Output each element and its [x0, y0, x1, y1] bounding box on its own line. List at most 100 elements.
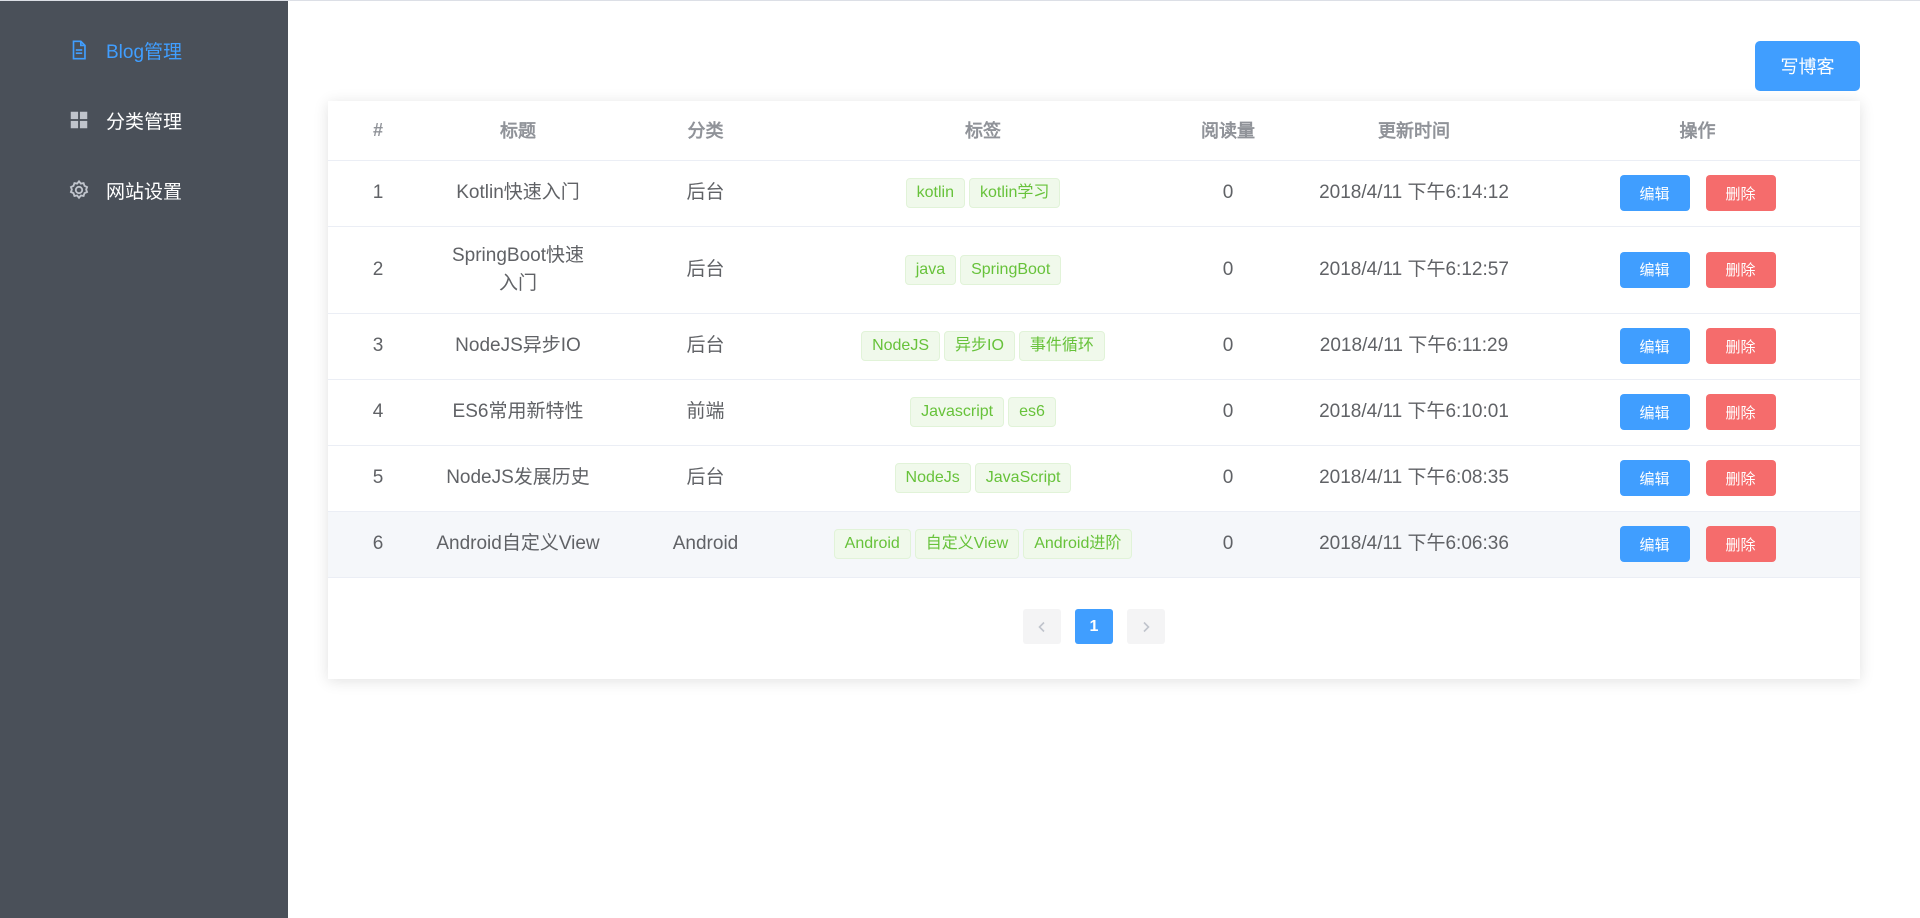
- tag: Android: [833, 529, 911, 559]
- table-row: 6 Android自定义View Android Android 自定义View A…: [328, 511, 1860, 578]
- sidebar-item-blog[interactable]: Blog管理: [0, 15, 288, 85]
- delete-button[interactable]: 删除: [1705, 460, 1776, 496]
- row-actions: 编辑 删除: [1535, 379, 1860, 446]
- grid-icon: [68, 109, 90, 131]
- table-row: 4 ES6常用新特性 前端 Javascript es6 0 2018/4/11 …: [328, 379, 1860, 446]
- row-reads: 0: [1163, 379, 1293, 446]
- sidebar-item-label: Blog管理: [106, 41, 183, 63]
- edit-button[interactable]: 编辑: [1619, 460, 1690, 496]
- tag: es6: [1008, 397, 1056, 427]
- edit-button[interactable]: 编辑: [1619, 526, 1690, 562]
- write-blog-button[interactable]: 写博客: [1755, 41, 1860, 91]
- row-category: 后台: [608, 160, 803, 227]
- sidebar-item-label: 网站设置: [106, 181, 183, 203]
- row-updated: 2018/4/11 下午6:12:57: [1293, 226, 1535, 314]
- row-title: Android自定义View: [428, 511, 608, 578]
- sidebar-item-category[interactable]: 分类管理: [0, 85, 288, 155]
- table-row: 2 SpringBoot快速入门 后台 java SpringBoot 0 201…: [328, 226, 1860, 314]
- row-tags: NodeJs JavaScript: [803, 445, 1163, 512]
- chevron-left-icon: [1038, 621, 1045, 632]
- tag: kotlin学习: [969, 178, 1061, 208]
- tag: java: [904, 254, 957, 285]
- delete-button[interactable]: 删除: [1705, 394, 1776, 430]
- row-title-text: SpringBoot快速入门: [451, 244, 584, 294]
- row-title-text: Kotlin快速入门: [456, 182, 580, 203]
- row-index: 1: [328, 160, 428, 227]
- gear-icon: [68, 179, 90, 201]
- row-title: NodeJS发展历史: [428, 445, 608, 512]
- next-page-button[interactable]: [1127, 609, 1165, 644]
- row-category: 后台: [608, 226, 803, 314]
- row-tags: Android 自定义View Android进阶: [803, 511, 1163, 578]
- row-updated: 2018/4/11 下午6:08:35: [1293, 445, 1535, 512]
- pagination: 1: [328, 609, 1860, 644]
- row-updated: 2018/4/11 下午6:06:36: [1293, 511, 1535, 578]
- row-actions: 编辑 删除: [1535, 226, 1860, 314]
- row-index: 4: [328, 379, 428, 446]
- app-root: Blog管理 分类管理 网站设置 写博客 # 标题 分类 标签 阅读量 更新时间…: [0, 0, 1920, 918]
- tag: NodeJs: [894, 463, 971, 493]
- row-category: 后台: [608, 445, 803, 512]
- table-row: 5 NodeJS发展历史 后台 NodeJs JavaScript 0 2018/…: [328, 445, 1860, 512]
- row-category: 后台: [608, 313, 803, 380]
- row-category: Android: [608, 511, 803, 578]
- row-index: 5: [328, 445, 428, 512]
- delete-button[interactable]: 删除: [1705, 526, 1776, 562]
- row-actions: 编辑 删除: [1535, 445, 1860, 512]
- blog-table-card: # 标题 分类 标签 阅读量 更新时间 操作 1 Kotlin快速入门 后台 k…: [328, 101, 1860, 679]
- sidebar-item-settings[interactable]: 网站设置: [0, 155, 288, 225]
- main-content: 写博客 # 标题 分类 标签 阅读量 更新时间 操作 1 Kotlin快速入门 …: [288, 1, 1920, 918]
- delete-button[interactable]: 删除: [1705, 328, 1776, 364]
- row-actions: 编辑 删除: [1535, 511, 1860, 578]
- column-header-tags: 标签: [803, 101, 1163, 161]
- document-icon: [68, 39, 90, 61]
- row-index: 2: [328, 226, 428, 314]
- tag: SpringBoot: [960, 254, 1062, 285]
- row-updated: 2018/4/11 下午6:14:12: [1293, 160, 1535, 227]
- prev-page-button[interactable]: [1023, 609, 1061, 644]
- row-tags: NodeJS 异步IO 事件循环: [803, 313, 1163, 380]
- tag: NodeJS: [861, 331, 940, 361]
- column-header-updated: 更新时间: [1293, 101, 1535, 161]
- edit-button[interactable]: 编辑: [1619, 328, 1690, 364]
- row-title-text: NodeJS发展历史: [446, 467, 590, 488]
- chevron-right-icon: [1143, 621, 1150, 632]
- row-title-text: ES6常用新特性: [452, 401, 584, 422]
- column-header-reads: 阅读量: [1163, 101, 1293, 161]
- row-updated: 2018/4/11 下午6:10:01: [1293, 379, 1535, 446]
- row-title-text: Android自定义View: [436, 533, 600, 554]
- row-category: 前端: [608, 379, 803, 446]
- row-title: NodeJS异步IO: [428, 313, 608, 380]
- tag: Javascript: [910, 397, 1005, 427]
- column-header-title: 标题: [428, 101, 608, 161]
- row-tags: Javascript es6: [803, 379, 1163, 446]
- sidebar: Blog管理 分类管理 网站设置: [0, 1, 288, 918]
- tag: Android进阶: [1023, 529, 1133, 559]
- row-tags: kotlin kotlin学习: [803, 160, 1163, 227]
- edit-button[interactable]: 编辑: [1619, 175, 1690, 211]
- sidebar-item-label: 分类管理: [106, 111, 183, 133]
- row-title-text: NodeJS异步IO: [455, 335, 581, 356]
- edit-button[interactable]: 编辑: [1619, 251, 1690, 288]
- tag: 异步IO: [944, 331, 1015, 361]
- delete-button[interactable]: 删除: [1705, 175, 1776, 211]
- row-reads: 0: [1163, 313, 1293, 380]
- page-number-button[interactable]: 1: [1075, 609, 1113, 644]
- row-title: Kotlin快速入门: [428, 160, 608, 227]
- row-reads: 0: [1163, 160, 1293, 227]
- table-row: 1 Kotlin快速入门 后台 kotlin kotlin学习 0 2018/4/…: [328, 160, 1860, 227]
- tag: 事件循环: [1018, 331, 1105, 361]
- table-row: 3 NodeJS异步IO 后台 NodeJS 异步IO 事件循环 0 2018/4/…: [328, 313, 1860, 380]
- row-index: 3: [328, 313, 428, 380]
- row-title: SpringBoot快速入门: [428, 226, 608, 314]
- row-actions: 编辑 删除: [1535, 313, 1860, 380]
- delete-button[interactable]: 删除: [1705, 251, 1776, 288]
- tag: JavaScript: [974, 463, 1072, 493]
- edit-button[interactable]: 编辑: [1619, 394, 1690, 430]
- blog-table: # 标题 分类 标签 阅读量 更新时间 操作 1 Kotlin快速入门 后台 k…: [328, 101, 1860, 578]
- row-reads: 0: [1163, 445, 1293, 512]
- row-reads: 0: [1163, 226, 1293, 314]
- column-header-index: #: [328, 101, 428, 161]
- row-updated: 2018/4/11 下午6:11:29: [1293, 313, 1535, 380]
- row-tags: java SpringBoot: [803, 226, 1163, 314]
